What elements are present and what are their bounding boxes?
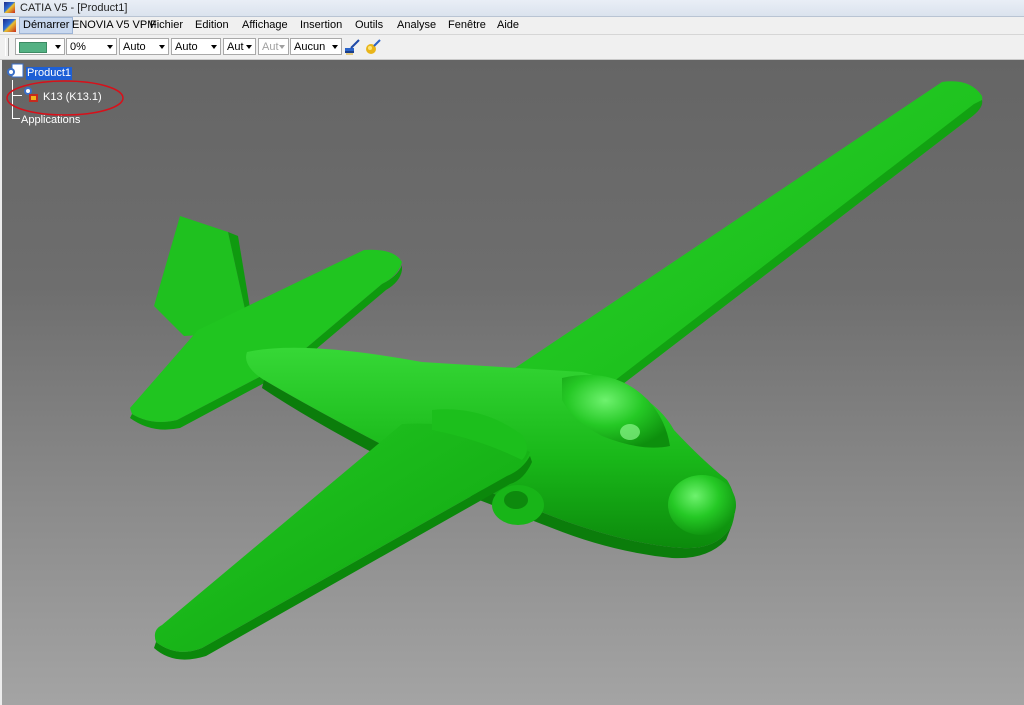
menu-aide[interactable]: Aide — [494, 18, 522, 33]
chevron-down-icon — [246, 45, 252, 49]
menu-demarrer[interactable]: Démarrer — [19, 17, 74, 34]
rendering-style-value: Aut — [262, 41, 279, 53]
chevron-down-icon — [279, 45, 285, 49]
line-type-select[interactable]: Auto — [171, 38, 221, 55]
layer-value: Aucun — [294, 41, 326, 53]
fill-color-swatch — [19, 42, 47, 53]
right-wing — [512, 81, 983, 400]
menu-fichier[interactable]: Fichier — [147, 18, 186, 33]
point-type-value: Aut — [227, 41, 244, 53]
graphic-properties-toolbar: 0% Auto Auto Aut Aut Aucun — [0, 35, 1024, 60]
right-wing-edge — [600, 100, 983, 400]
chevron-down-icon — [332, 45, 338, 49]
menu-fenetre[interactable]: Fenêtre — [445, 18, 489, 33]
line-thickness-value: Auto — [123, 41, 146, 53]
glider-model[interactable] — [2, 60, 1024, 705]
nose — [668, 475, 736, 535]
toolbar-grip[interactable] — [5, 38, 9, 56]
left-wing — [154, 423, 530, 652]
layer-select[interactable]: Aucun — [290, 38, 342, 55]
menu-edition[interactable]: Edition — [192, 18, 232, 33]
point-type-select[interactable]: Aut — [223, 38, 256, 55]
canopy-highlight — [620, 424, 640, 440]
chevron-down-icon — [159, 45, 165, 49]
menu-analyse[interactable]: Analyse — [394, 18, 439, 33]
brush-icon[interactable] — [343, 38, 361, 56]
menu-bar: Démarrer ENOVIA V5 VPM Fichier Edition A… — [0, 17, 1024, 35]
menu-outils[interactable]: Outils — [352, 18, 386, 33]
menu-enovia[interactable]: ENOVIA V5 VPM — [69, 18, 159, 33]
menu-affichage[interactable]: Affichage — [239, 18, 291, 33]
rendering-style-select: Aut — [258, 38, 289, 55]
chevron-down-icon — [107, 45, 113, 49]
chevron-down-icon — [211, 45, 217, 49]
menu-insertion[interactable]: Insertion — [297, 18, 345, 33]
catia-app-icon — [4, 2, 15, 13]
catia-logo-icon[interactable] — [3, 19, 16, 32]
title-bar: CATIA V5 - [Product1] — [0, 0, 1024, 17]
landing-wheel-hub — [504, 491, 528, 509]
line-type-value: Auto — [175, 41, 198, 53]
annotation-ellipse — [6, 80, 124, 116]
line-thickness-select[interactable]: Auto — [119, 38, 169, 55]
window-title: CATIA V5 - [Product1] — [20, 2, 128, 14]
chevron-down-icon — [55, 45, 61, 49]
3d-viewport[interactable]: Product1 K13 (K13.1) Applications — [0, 60, 1024, 705]
transparency-select[interactable]: 0% — [66, 38, 117, 55]
format-painter-icon[interactable] — [364, 38, 382, 56]
fill-color-select[interactable] — [15, 38, 65, 55]
transparency-value: 0% — [70, 41, 86, 53]
